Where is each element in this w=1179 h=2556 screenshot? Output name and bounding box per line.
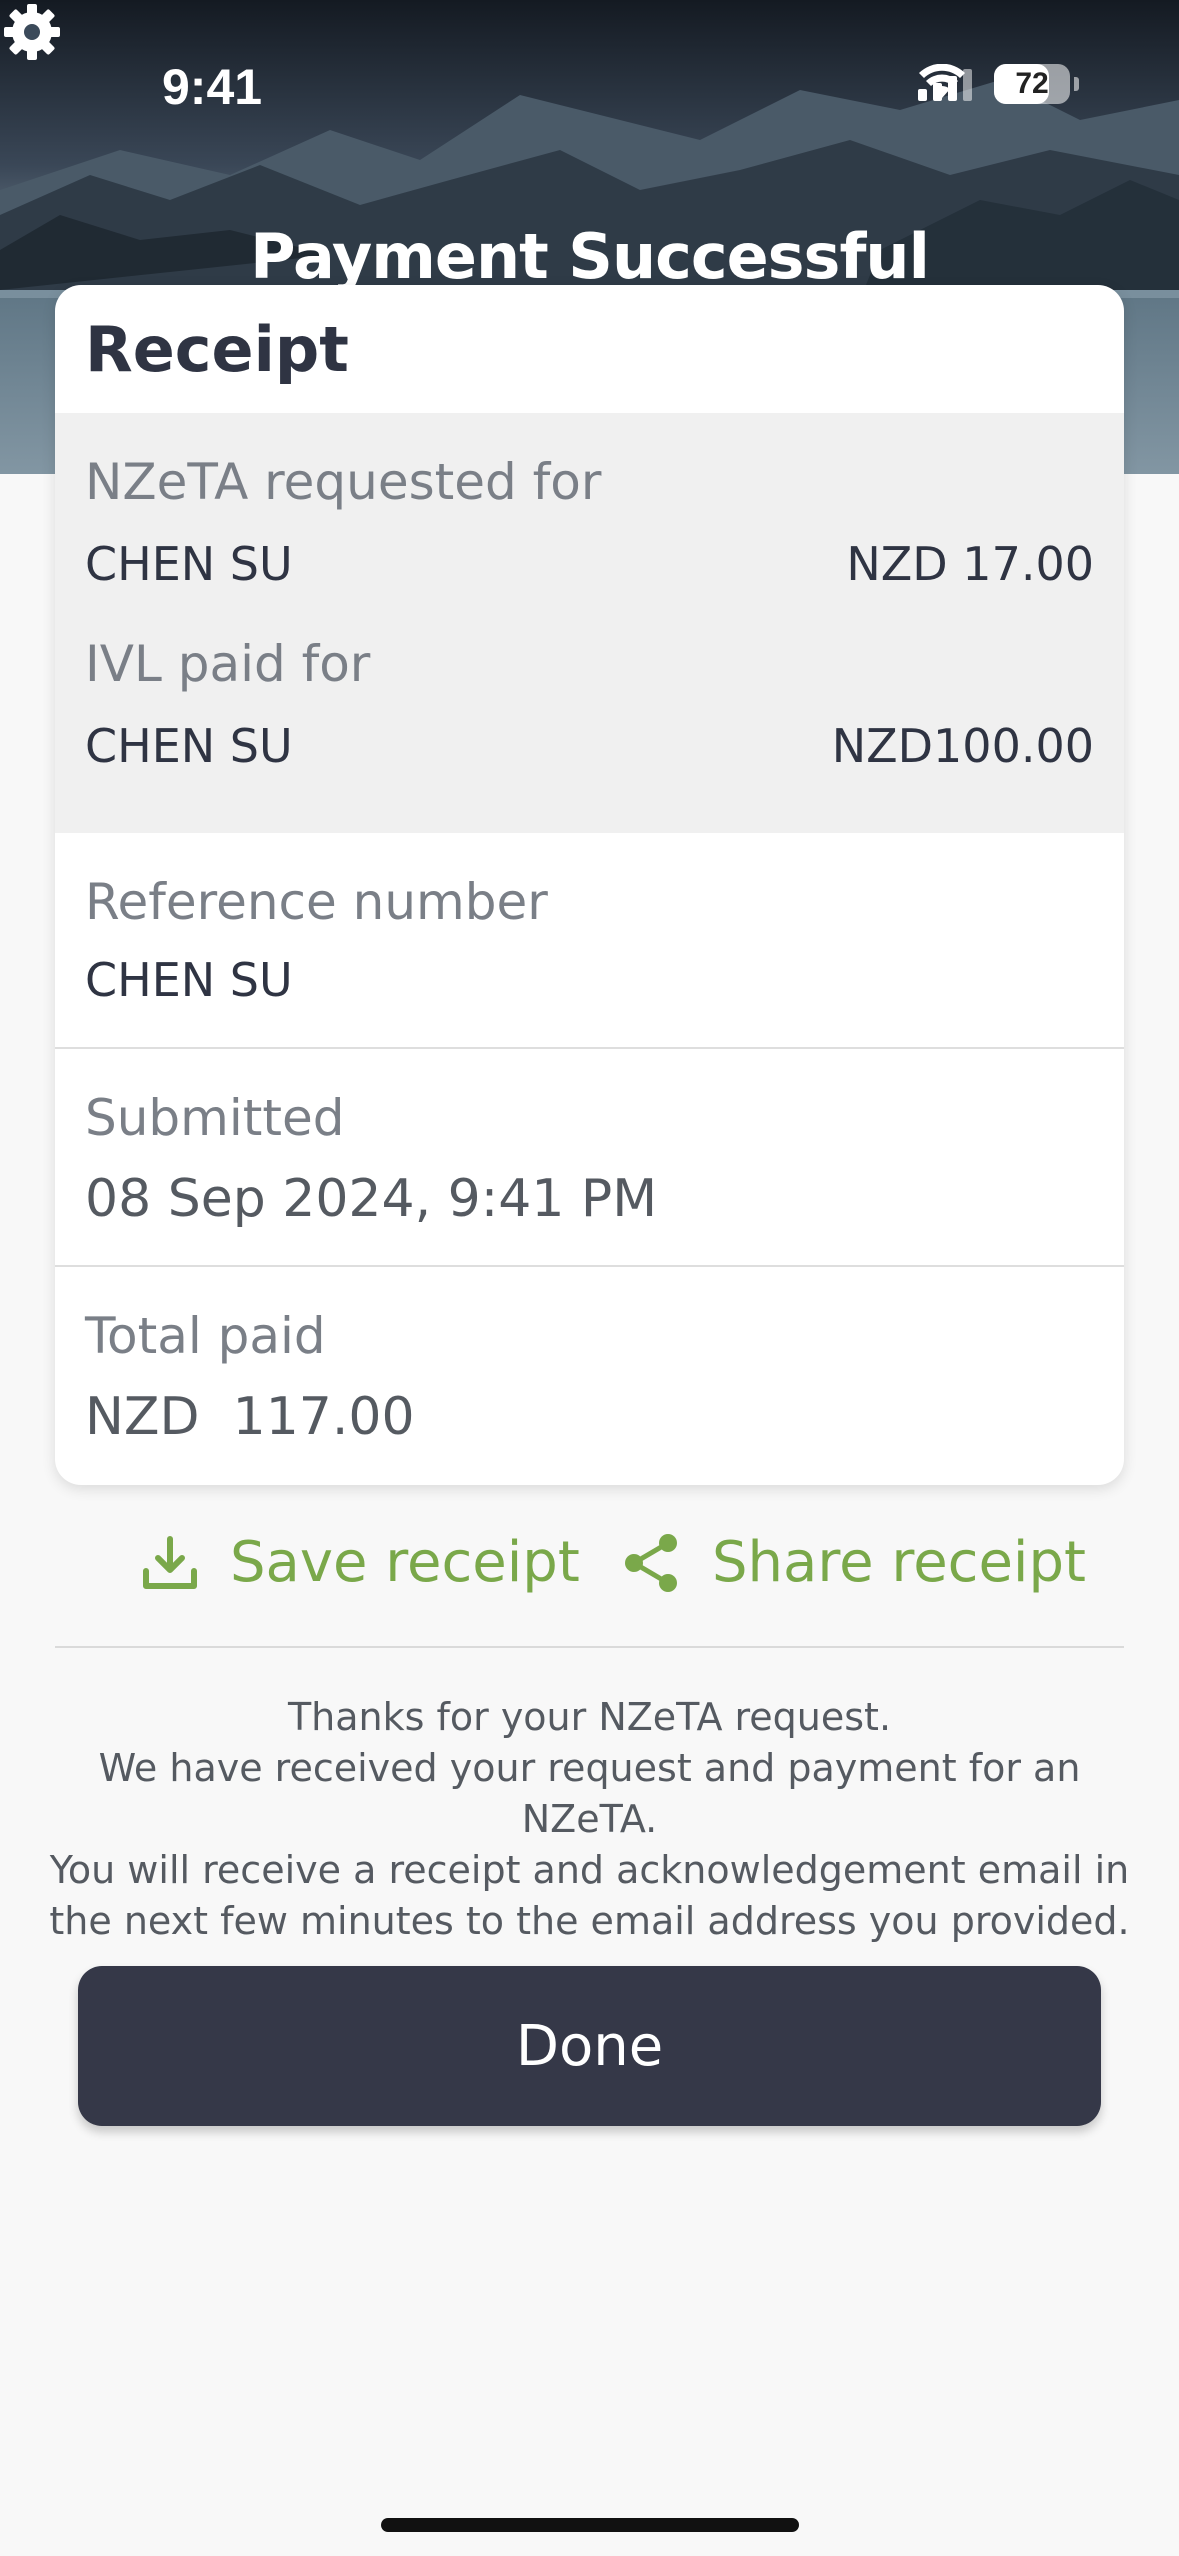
- page-title: Payment Successful: [250, 220, 930, 293]
- submitted-label: Submitted: [85, 1089, 345, 1147]
- receipt-title: Receipt: [85, 312, 349, 386]
- download-icon: [143, 1535, 197, 1589]
- message-line-2: We have received your request and paymen…: [98, 1746, 1081, 1841]
- status-time: 9:41: [162, 59, 263, 115]
- nzeta-row: CHEN SU NZD 17.00: [85, 537, 1094, 591]
- done-button[interactable]: Done: [78, 1966, 1101, 2126]
- charges-section: NZeTA requested for CHEN SU NZD 17.00 IV…: [55, 413, 1124, 833]
- gear-icon[interactable]: [0, 0, 64, 64]
- ivl-row: CHEN SU NZD100.00: [85, 719, 1094, 773]
- share-icon: [625, 1533, 677, 1592]
- divider: [55, 1646, 1124, 1648]
- battery-tip: [1074, 77, 1079, 91]
- total-value: NZD 117.00: [85, 1387, 415, 1447]
- receipt-card: Receipt NZeTA requested for CHEN SU NZD …: [55, 285, 1124, 1485]
- message-line-1: Thanks for your NZeTA request.: [287, 1695, 892, 1739]
- receipt-actions: Save receipt Share receipt: [0, 1530, 1179, 1610]
- total-label: Total paid: [85, 1307, 326, 1365]
- share-receipt-button[interactable]: Share receipt: [622, 1530, 1086, 1595]
- submitted-value: 08 Sep 2024, 9:41 PM: [85, 1169, 658, 1229]
- confirmation-message: Thanks for your NZeTA request. We have r…: [40, 1692, 1139, 1947]
- total-section: Total paid NZD 117.00: [55, 1267, 1124, 1485]
- nzeta-name: CHEN SU: [85, 537, 293, 591]
- share-receipt-label: Share receipt: [712, 1530, 1086, 1595]
- ivl-name: CHEN SU: [85, 719, 293, 773]
- message-line-3: You will receive a receipt and acknowled…: [49, 1848, 1130, 1892]
- battery-icon: 72: [994, 64, 1070, 104]
- reference-value: CHEN SU: [85, 953, 293, 1007]
- reference-section: Reference number CHEN SU: [55, 833, 1124, 1049]
- home-indicator[interactable]: [381, 2518, 799, 2532]
- save-receipt-label: Save receipt: [230, 1530, 580, 1595]
- wifi-icon: [919, 64, 965, 98]
- nzeta-label: NZeTA requested for: [85, 453, 602, 511]
- ivl-amount: NZD100.00: [831, 719, 1094, 773]
- save-receipt-button[interactable]: Save receipt: [140, 1530, 580, 1595]
- nzeta-amount: NZD 17.00: [846, 537, 1094, 591]
- ivl-label: IVL paid for: [85, 635, 371, 693]
- battery-level: 72: [1015, 67, 1049, 100]
- reference-label: Reference number: [85, 873, 548, 931]
- status-icons: 72: [918, 64, 1079, 104]
- message-line-4: the next few minutes to the email addres…: [49, 1899, 1130, 1943]
- submitted-section: Submitted 08 Sep 2024, 9:41 PM: [55, 1049, 1124, 1267]
